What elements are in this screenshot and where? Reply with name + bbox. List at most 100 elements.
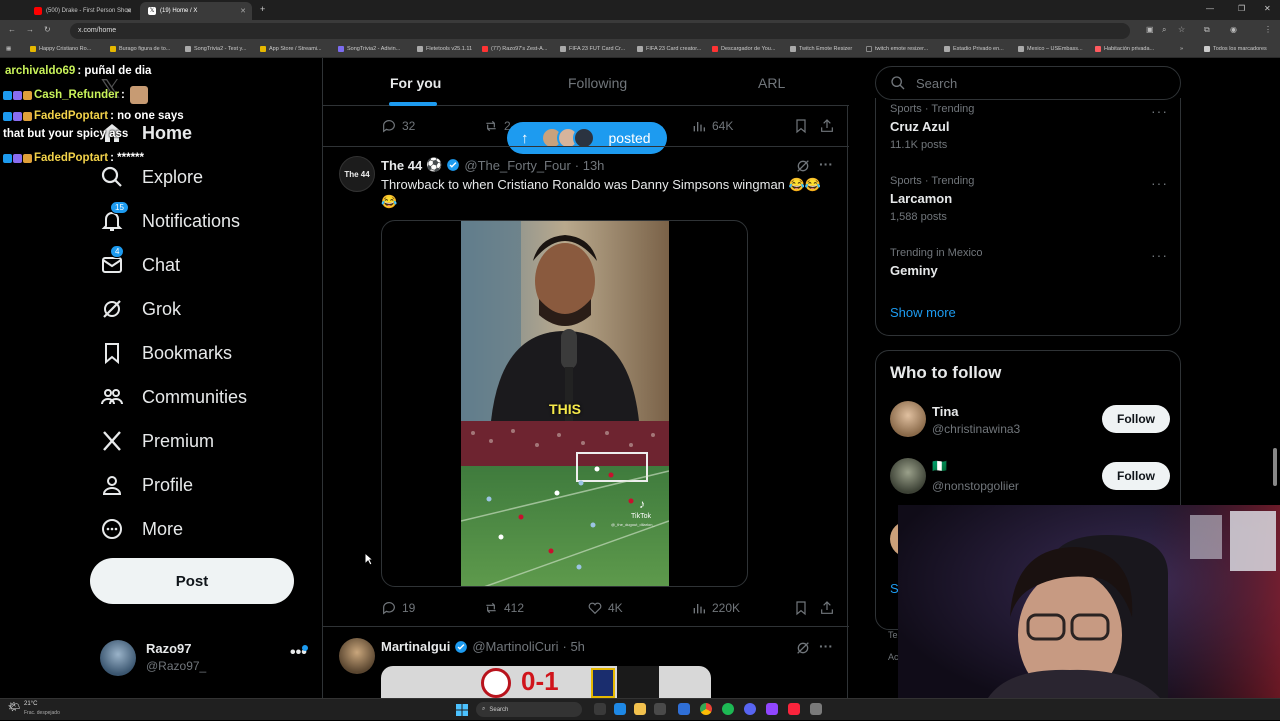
more-dots-icon[interactable]: ··· bbox=[1151, 175, 1168, 191]
more-dots-icon[interactable]: ··· bbox=[1151, 103, 1168, 119]
close-icon[interactable]: ✕ bbox=[240, 7, 246, 15]
author-name[interactable]: The 44 bbox=[381, 158, 422, 173]
tweet-image[interactable]: 0-1 bbox=[381, 666, 711, 698]
footer-link[interactable]: Ac bbox=[888, 652, 899, 662]
tweet-time[interactable]: · 5h bbox=[563, 639, 585, 654]
url-field[interactable]: x.com/home bbox=[70, 23, 1130, 39]
chevron-right-icon[interactable]: » bbox=[1180, 46, 1183, 52]
bookmark-item[interactable]: Habitación privada... bbox=[1095, 46, 1154, 52]
sidebar-item-explore[interactable]: Explore bbox=[100, 163, 203, 191]
search-input[interactable]: Search bbox=[875, 66, 1181, 100]
avatar[interactable]: The 44 bbox=[339, 156, 375, 192]
close-window-button[interactable]: ✕ bbox=[1264, 4, 1271, 13]
edge-icon[interactable] bbox=[614, 703, 626, 715]
store-icon[interactable] bbox=[654, 703, 666, 715]
bookmark-item[interactable]: Burago figura de to... bbox=[110, 46, 170, 52]
bookmark-item[interactable]: twitch emote resizer... bbox=[866, 46, 928, 52]
star-icon[interactable]: ☆ bbox=[1178, 25, 1185, 34]
bookmark-item[interactable]: Descargador de You... bbox=[712, 46, 775, 52]
taskbar-search[interactable]: ⌕ Search bbox=[476, 702, 582, 717]
menu-icon[interactable]: ⋮ bbox=[1264, 25, 1272, 34]
more-dots-icon[interactable]: ··· bbox=[1151, 247, 1168, 263]
follow-suggestion[interactable]: Tina @christinawina3 Follow bbox=[890, 401, 1170, 441]
app-icon[interactable] bbox=[810, 703, 822, 715]
sidebar-item-grok[interactable]: Grok bbox=[100, 295, 181, 323]
sidebar-item-profile[interactable]: Profile bbox=[100, 471, 193, 499]
reply-button[interactable]: 19 bbox=[381, 600, 415, 616]
views-button[interactable]: 220K bbox=[691, 600, 740, 616]
repost-button[interactable]: 412 bbox=[483, 600, 524, 616]
weather-icon[interactable]: 🌤 bbox=[8, 702, 21, 713]
bookmark-item[interactable]: SongTrivia2 - Adivin... bbox=[338, 46, 400, 52]
bookmark-item[interactable]: Estadio Privado en... bbox=[944, 46, 1004, 52]
sidebar-item-chat[interactable]: 4 Chat bbox=[100, 245, 180, 279]
author-handle[interactable]: @The_Forty_Four bbox=[464, 158, 570, 173]
follow-button[interactable]: Follow bbox=[1102, 462, 1170, 490]
reply-button[interactable]: 32 bbox=[381, 118, 415, 134]
video-frame[interactable]: THIS ♪ TikTok @_the_dugout_dilarion_ bbox=[461, 221, 669, 586]
author-handle[interactable]: @MartinoliCuri bbox=[472, 639, 558, 654]
tab-for-you[interactable]: For you bbox=[390, 75, 441, 91]
more-dots-icon[interactable]: ··· bbox=[819, 156, 833, 172]
bookmark-item[interactable]: (77) Razo97's Zest-A... bbox=[482, 46, 547, 52]
zoom-icon[interactable]: ⌕ bbox=[1162, 25, 1166, 35]
bookmark-item[interactable]: FIFA 23 FUT Card Cr... bbox=[560, 46, 625, 52]
follow-suggestion[interactable]: 🇳🇬 @nonstopgoliier Follow bbox=[890, 458, 1170, 498]
back-icon[interactable]: ← bbox=[8, 25, 16, 34]
folder-icon[interactable] bbox=[634, 703, 646, 715]
repost-button[interactable]: 2 bbox=[483, 118, 511, 134]
maximize-button[interactable]: ❐ bbox=[1238, 4, 1245, 13]
share-button[interactable] bbox=[819, 600, 835, 616]
footer-link[interactable]: Te bbox=[888, 630, 898, 640]
sidebar-item-bookmarks[interactable]: Bookmarks bbox=[100, 339, 232, 367]
tweet-time[interactable]: · 13h bbox=[575, 158, 605, 173]
bookmark-item[interactable]: Happy Cristiano Ro... bbox=[30, 46, 91, 52]
scrollbar-thumb[interactable] bbox=[1273, 448, 1277, 486]
bookmarks-folder[interactable]: Todos los marcadores bbox=[1204, 46, 1267, 52]
new-posts-pill[interactable]: ↑ posted bbox=[507, 122, 667, 154]
bookmark-item[interactable]: FIFA 23 Card creator... bbox=[637, 46, 701, 52]
bookmark-item[interactable]: SongTrivia2 - Test y... bbox=[185, 46, 246, 52]
cast-icon[interactable]: ▣ bbox=[1146, 25, 1154, 34]
avatar[interactable] bbox=[890, 458, 926, 494]
bookmark-item[interactable]: Mexico – USEmbass... bbox=[1018, 46, 1083, 52]
sidebar-item-more[interactable]: More bbox=[100, 515, 183, 543]
trend-item[interactable]: Trending in Mexico Geminy ··· bbox=[890, 247, 1168, 278]
tweet-video[interactable]: THIS ♪ TikTok @_the_dugout_dilarion_ bbox=[381, 220, 748, 587]
minimize-button[interactable]: — bbox=[1206, 4, 1214, 13]
post-button[interactable]: Post bbox=[90, 558, 294, 604]
browser-tab-youtube[interactable]: (500) Drake - First Person Shoo ✕ bbox=[26, 2, 138, 20]
bookmark-item[interactable]: App Store / Streami... bbox=[260, 46, 322, 52]
chrome-icon[interactable] bbox=[700, 703, 712, 715]
trend-item[interactable]: Sports · Trending Cruz Azul 11.1K posts … bbox=[890, 103, 1168, 151]
sidebar-item-notifications[interactable]: 15 Notifications bbox=[100, 201, 240, 235]
profile-icon[interactable]: ◉ bbox=[1230, 25, 1237, 34]
account-switcher[interactable]: Razo97 @Razo97_ ••• bbox=[100, 638, 310, 678]
mail-icon[interactable] bbox=[678, 703, 690, 715]
avatar[interactable] bbox=[890, 401, 926, 437]
like-button[interactable]: 4K bbox=[587, 600, 623, 616]
windows-start-icon[interactable] bbox=[456, 703, 468, 721]
views-button[interactable]: 64K bbox=[691, 118, 733, 134]
reload-icon[interactable]: ↻ bbox=[44, 25, 51, 34]
share-button[interactable] bbox=[819, 118, 835, 134]
extensions-icon[interactable]: ⧉ bbox=[1204, 25, 1210, 35]
sidebar-item-premium[interactable]: Premium bbox=[100, 427, 214, 455]
new-tab-button[interactable]: + bbox=[260, 4, 265, 14]
trend-item[interactable]: Sports · Trending Larcamon 1,588 posts ·… bbox=[890, 175, 1168, 223]
discord-icon[interactable] bbox=[744, 703, 756, 715]
sidebar-item-communities[interactable]: Communities bbox=[100, 383, 247, 411]
tab-following[interactable]: Following bbox=[568, 75, 627, 91]
avatar[interactable] bbox=[339, 638, 375, 674]
bookmark-item[interactable]: Twitch Emote Resizer bbox=[790, 46, 852, 52]
bookmark-item[interactable]: Fletetools v25.1.11 bbox=[417, 46, 472, 52]
twitch-icon[interactable] bbox=[766, 703, 778, 715]
forward-icon[interactable]: → bbox=[26, 25, 34, 34]
music-icon[interactable] bbox=[788, 703, 800, 715]
grok-icon[interactable] bbox=[795, 640, 811, 661]
apps-icon[interactable]: ▦ bbox=[6, 46, 11, 52]
task-view-icon[interactable] bbox=[594, 703, 606, 715]
tab-arl[interactable]: ARL bbox=[758, 75, 785, 91]
browser-tab-x[interactable]: 𝕏 (19) Home / X ✕ bbox=[140, 2, 252, 20]
more-dots-icon[interactable]: ··· bbox=[819, 638, 833, 654]
